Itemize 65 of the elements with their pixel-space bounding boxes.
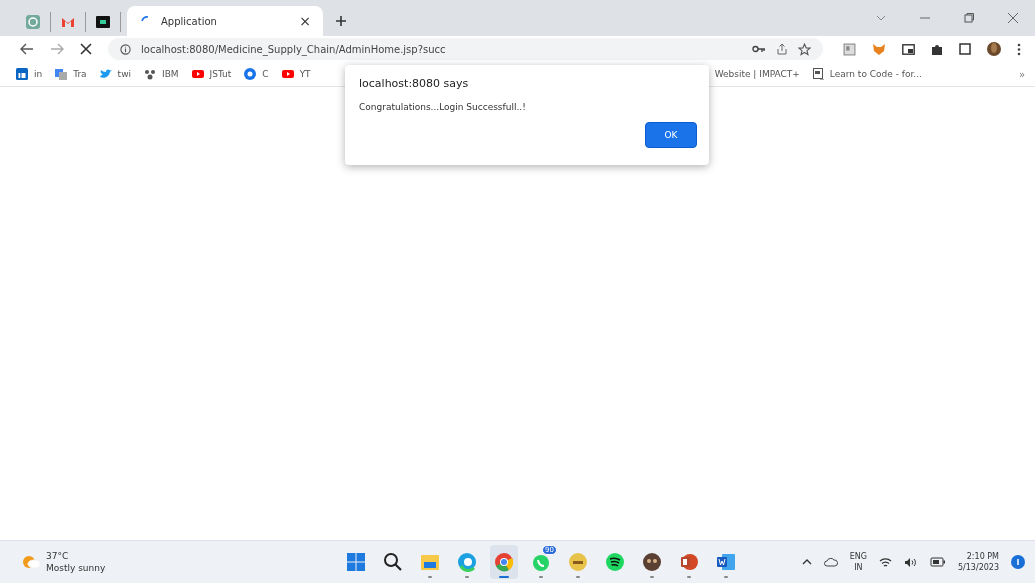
- close-tab-button[interactable]: ×: [299, 13, 311, 29]
- weather-condition: Mostly sunny: [46, 562, 106, 574]
- dialog-title: localhost:8080 says: [359, 77, 470, 90]
- key-icon[interactable]: [752, 44, 766, 54]
- tab-title: Application: [161, 15, 218, 27]
- restore-icon[interactable]: [964, 13, 974, 23]
- app-icon: [494, 552, 514, 572]
- document-icon: [679, 552, 699, 572]
- share-icon[interactable]: [776, 43, 788, 55]
- translate-icon: [55, 68, 68, 80]
- fox-icon[interactable]: [872, 42, 886, 56]
- folder-icon: [420, 552, 440, 572]
- chevron-up-icon[interactable]: [801, 558, 812, 566]
- battery-icon[interactable]: [929, 557, 946, 567]
- linkedin-icon: [16, 68, 28, 80]
- close-icon[interactable]: [1008, 13, 1018, 23]
- star-icon[interactable]: [798, 42, 811, 56]
- temperature-text: 37°C: [46, 550, 70, 562]
- dialog-message: Congratulations...Login Successfull..!: [359, 102, 527, 112]
- bookmark[interactable]: Website | IMPACT+: [714, 69, 800, 79]
- search-icon: [383, 552, 403, 572]
- info-icon[interactable]: [120, 43, 131, 55]
- play-icon: [191, 68, 204, 80]
- new-tab-icon[interactable]: [335, 15, 347, 27]
- wifi-icon[interactable]: [878, 556, 892, 568]
- people-icon: [144, 68, 156, 80]
- terminal-icon: [96, 15, 110, 29]
- document-icon: [716, 552, 736, 572]
- stop-icon[interactable]: [80, 43, 92, 55]
- more-bookmarks-button[interactable]: »: [1018, 68, 1025, 80]
- chat-icon: [531, 552, 551, 572]
- menu-icon[interactable]: [1017, 42, 1021, 56]
- bookmark[interactable]: YT: [281, 68, 311, 80]
- language-indicator[interactable]: ENG IN: [849, 551, 867, 573]
- ok-button[interactable]: OK: [645, 122, 697, 148]
- sidebar-icon[interactable]: [959, 43, 971, 55]
- picture-in-picture-icon[interactable]: [902, 43, 915, 55]
- bookmark[interactable]: IBM: [144, 68, 179, 80]
- notification-icon[interactable]: [1011, 555, 1025, 569]
- bookmark[interactable]: JSTut: [191, 68, 232, 80]
- extension-icon[interactable]: [843, 42, 856, 56]
- avatar-icon[interactable]: [987, 41, 1001, 57]
- bookmark[interactable]: Tra: [55, 68, 87, 80]
- play-icon: [281, 68, 294, 80]
- cloud-icon[interactable]: [823, 557, 838, 567]
- bookmark[interactable]: Learn to Code - for...: [812, 68, 922, 80]
- mail-icon: [61, 15, 75, 29]
- bird-icon: [99, 68, 112, 80]
- circle-icon: [244, 68, 257, 80]
- url-text: localhost:8080/Medicine_Supply_Chain/AdminHome.jsp?succ: [141, 43, 446, 55]
- app-icon: [642, 552, 662, 572]
- bookmark[interactable]: C: [244, 68, 269, 80]
- bookmark[interactable]: twi: [99, 68, 131, 80]
- chevron-down-icon[interactable]: [876, 13, 886, 23]
- browser-tab[interactable]: Application ×: [127, 6, 323, 36]
- app-icon: [457, 552, 477, 572]
- app-icon: [605, 552, 625, 572]
- clock[interactable]: 2:10 PM 5/13/2023: [957, 551, 999, 573]
- page-icon: [812, 68, 824, 80]
- bookmark[interactable]: in: [16, 68, 43, 80]
- back-icon[interactable]: [20, 43, 34, 55]
- volume-icon[interactable]: [903, 556, 918, 568]
- app-icon: [568, 552, 588, 572]
- windows-icon: [346, 552, 366, 572]
- address-bar[interactable]: localhost:8080/Medicine_Supply_Chain/AdminHome.jsp?succ: [108, 38, 823, 60]
